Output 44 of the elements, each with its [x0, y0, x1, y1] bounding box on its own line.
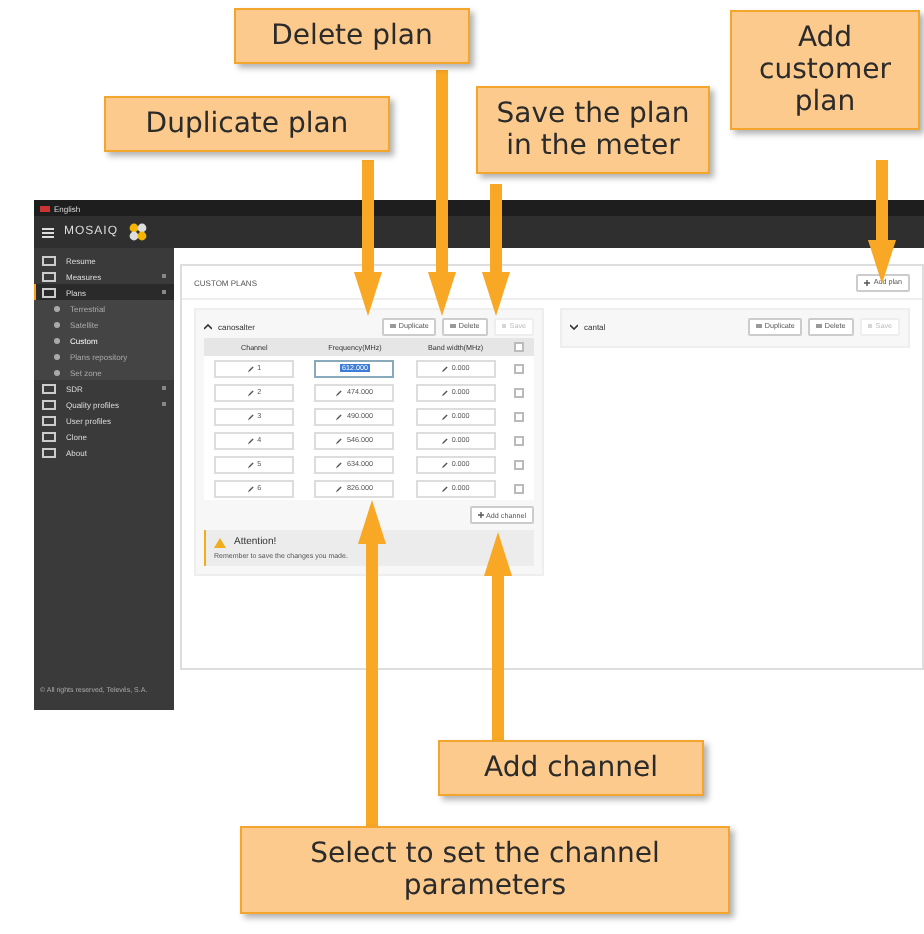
pencil-icon	[441, 365, 448, 371]
callout-label: Save the plan in the meter	[476, 86, 710, 175]
plus-icon	[864, 279, 871, 285]
submenu-icon	[54, 369, 60, 375]
row-checkbox[interactable]	[514, 483, 525, 493]
pencil-icon	[441, 413, 448, 419]
pencil-icon	[247, 485, 254, 491]
pencil-icon	[247, 365, 254, 371]
row-checkbox[interactable]	[514, 459, 525, 469]
row-checkbox[interactable]	[514, 387, 525, 397]
select-all-checkbox[interactable]	[514, 342, 525, 352]
submenu-icon	[54, 353, 60, 359]
pencil-icon	[247, 413, 254, 419]
row-checkbox[interactable]	[514, 411, 525, 421]
callout-label: Add channel	[438, 740, 704, 797]
pencil-icon	[336, 461, 343, 467]
pencil-icon	[441, 389, 448, 395]
caret-icon[interactable]	[570, 323, 578, 329]
pencil-icon	[336, 485, 343, 491]
pencil-icon	[336, 413, 343, 419]
submenu-icon	[54, 321, 60, 327]
pencil-icon	[247, 389, 254, 395]
menu-icon[interactable]	[42, 227, 54, 237]
pencil-icon	[336, 437, 343, 443]
flag-icon	[40, 205, 50, 211]
submenu-icon	[54, 337, 60, 343]
logo-icon	[128, 222, 149, 242]
caret-icon[interactable]	[204, 323, 212, 329]
pencil-icon	[441, 485, 448, 491]
pencil-icon	[441, 461, 448, 467]
pencil-icon	[247, 437, 254, 443]
arrow	[482, 184, 510, 316]
callout-label: Select to set the channel parameters	[240, 826, 730, 915]
pencil-icon	[247, 461, 254, 467]
pencil-icon	[336, 389, 343, 395]
submenu-icon	[54, 305, 60, 311]
callout-label: Duplicate plan	[104, 96, 390, 153]
warning-icon	[214, 537, 226, 547]
row-checkbox[interactable]	[514, 363, 525, 373]
pencil-icon	[441, 437, 448, 443]
row-checkbox[interactable]	[514, 435, 525, 445]
callout-label: Add customer plan	[730, 10, 920, 131]
callout-label: Delete plan	[234, 8, 470, 65]
plus-icon	[477, 512, 484, 518]
